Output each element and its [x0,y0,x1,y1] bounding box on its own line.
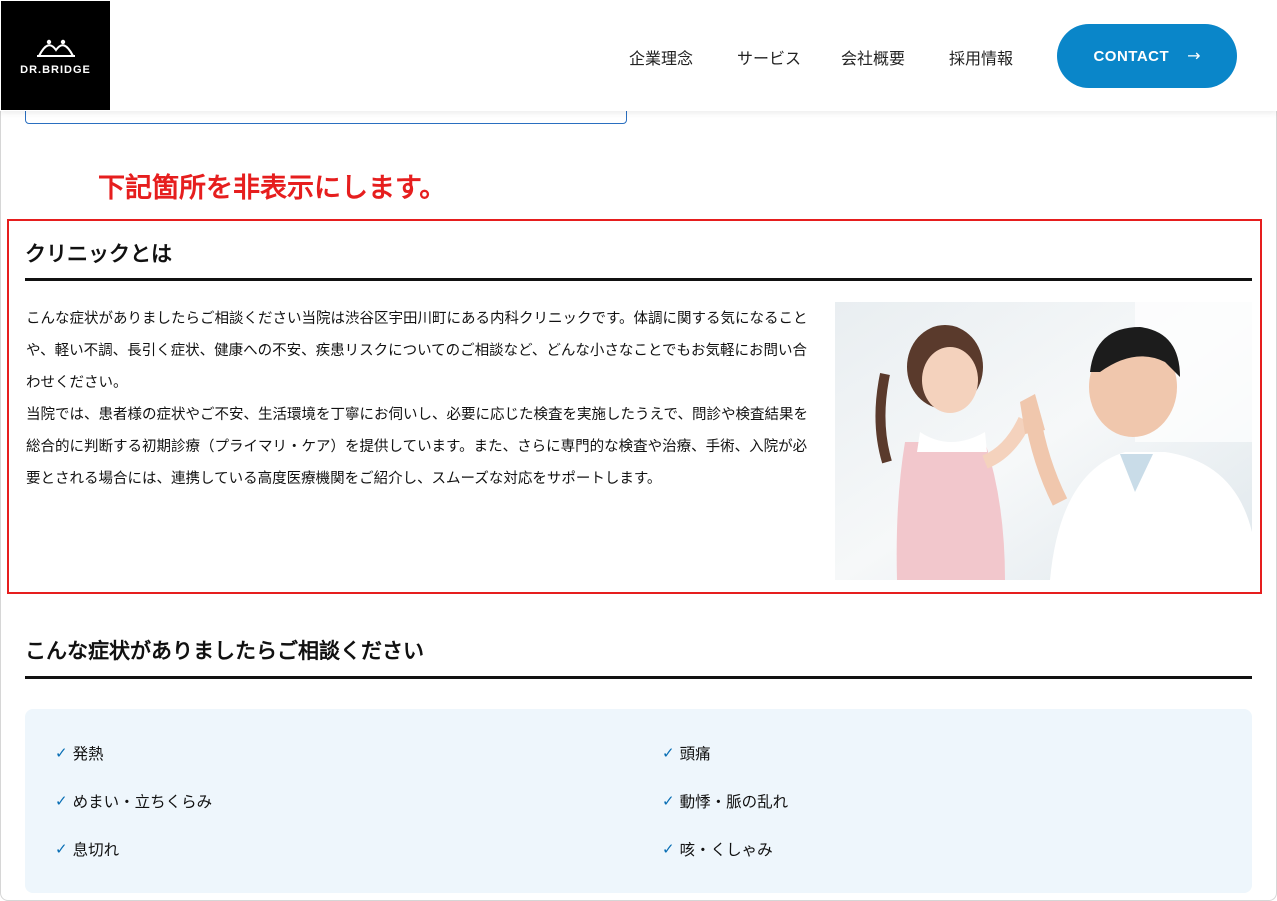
contact-label: CONTACT [1093,47,1170,65]
nav-item-company[interactable]: 会社概要 [841,45,905,69]
check-icon: ✓ [662,792,675,810]
symptom-label: 頭痛 [679,745,711,763]
contact-button[interactable]: CONTACT → [1057,24,1237,88]
symptom-label: 咳・くしゃみ [679,841,773,859]
symptoms-title: こんな症状がありましたらご相談ください [25,639,424,663]
site-logo[interactable]: DR.BRIDGE [1,1,110,110]
symptom-list: ✓ 発熱 ✓ 頭痛 ✓ めまい・立ちくらみ ✓ 動悸・脈の乱れ ✓ 息切れ ✓ … [25,709,1252,893]
hide-annotation: 下記箇所を非表示にします。 [98,173,447,204]
doctor-child-photo [835,302,1252,580]
symptom-label: 息切れ [72,841,120,859]
symptom-label: めまい・立ちくらみ [72,793,213,811]
list-item: ✓ 息切れ [55,838,119,860]
site-header: DR.BRIDGE 企業理念 サービス 会社概要 採用情報 CONTACT → [0,0,1277,111]
clinic-description: こんな症状がありましたらご相談ください当院は渋谷区宇田川町にある内科クリニックで… [26,303,808,495]
arrow-right-icon: → [1187,46,1201,65]
nav-item-service[interactable]: サービス [737,45,801,69]
logo-text: DR.BRIDGE [20,63,91,76]
symptom-label: 動悸・脈の乱れ [679,793,789,811]
check-icon: ✓ [662,840,675,858]
nav-item-philosophy[interactable]: 企業理念 [629,45,693,69]
symptom-label: 発熱 [72,745,104,763]
check-icon: ✓ [55,744,68,762]
clinic-title: クリニックとは [25,242,172,266]
bridge-logo-icon [36,39,75,57]
list-item: ✓ 発熱 [55,742,104,764]
check-icon: ✓ [662,744,675,762]
list-item: ✓ 咳・くしゃみ [662,838,773,860]
check-icon: ✓ [55,792,68,810]
check-icon: ✓ [55,840,68,858]
list-item: ✓ めまい・立ちくらみ [55,790,212,812]
nav-item-recruit[interactable]: 採用情報 [949,45,1013,69]
clinic-title-rule [25,278,1252,281]
clinic-paragraph-2: 当院では、患者様の症状やご不安、生活環境を丁寧にお伺いし、必要に応じた検査を実施… [26,407,808,487]
list-item: ✓ 動悸・脈の乱れ [662,790,788,812]
list-item: ✓ 頭痛 [662,742,711,764]
symptoms-title-rule [25,676,1252,679]
clinic-paragraph-1: こんな症状がありましたらご相談ください当院は渋谷区宇田川町にある内科クリニックで… [26,311,808,391]
